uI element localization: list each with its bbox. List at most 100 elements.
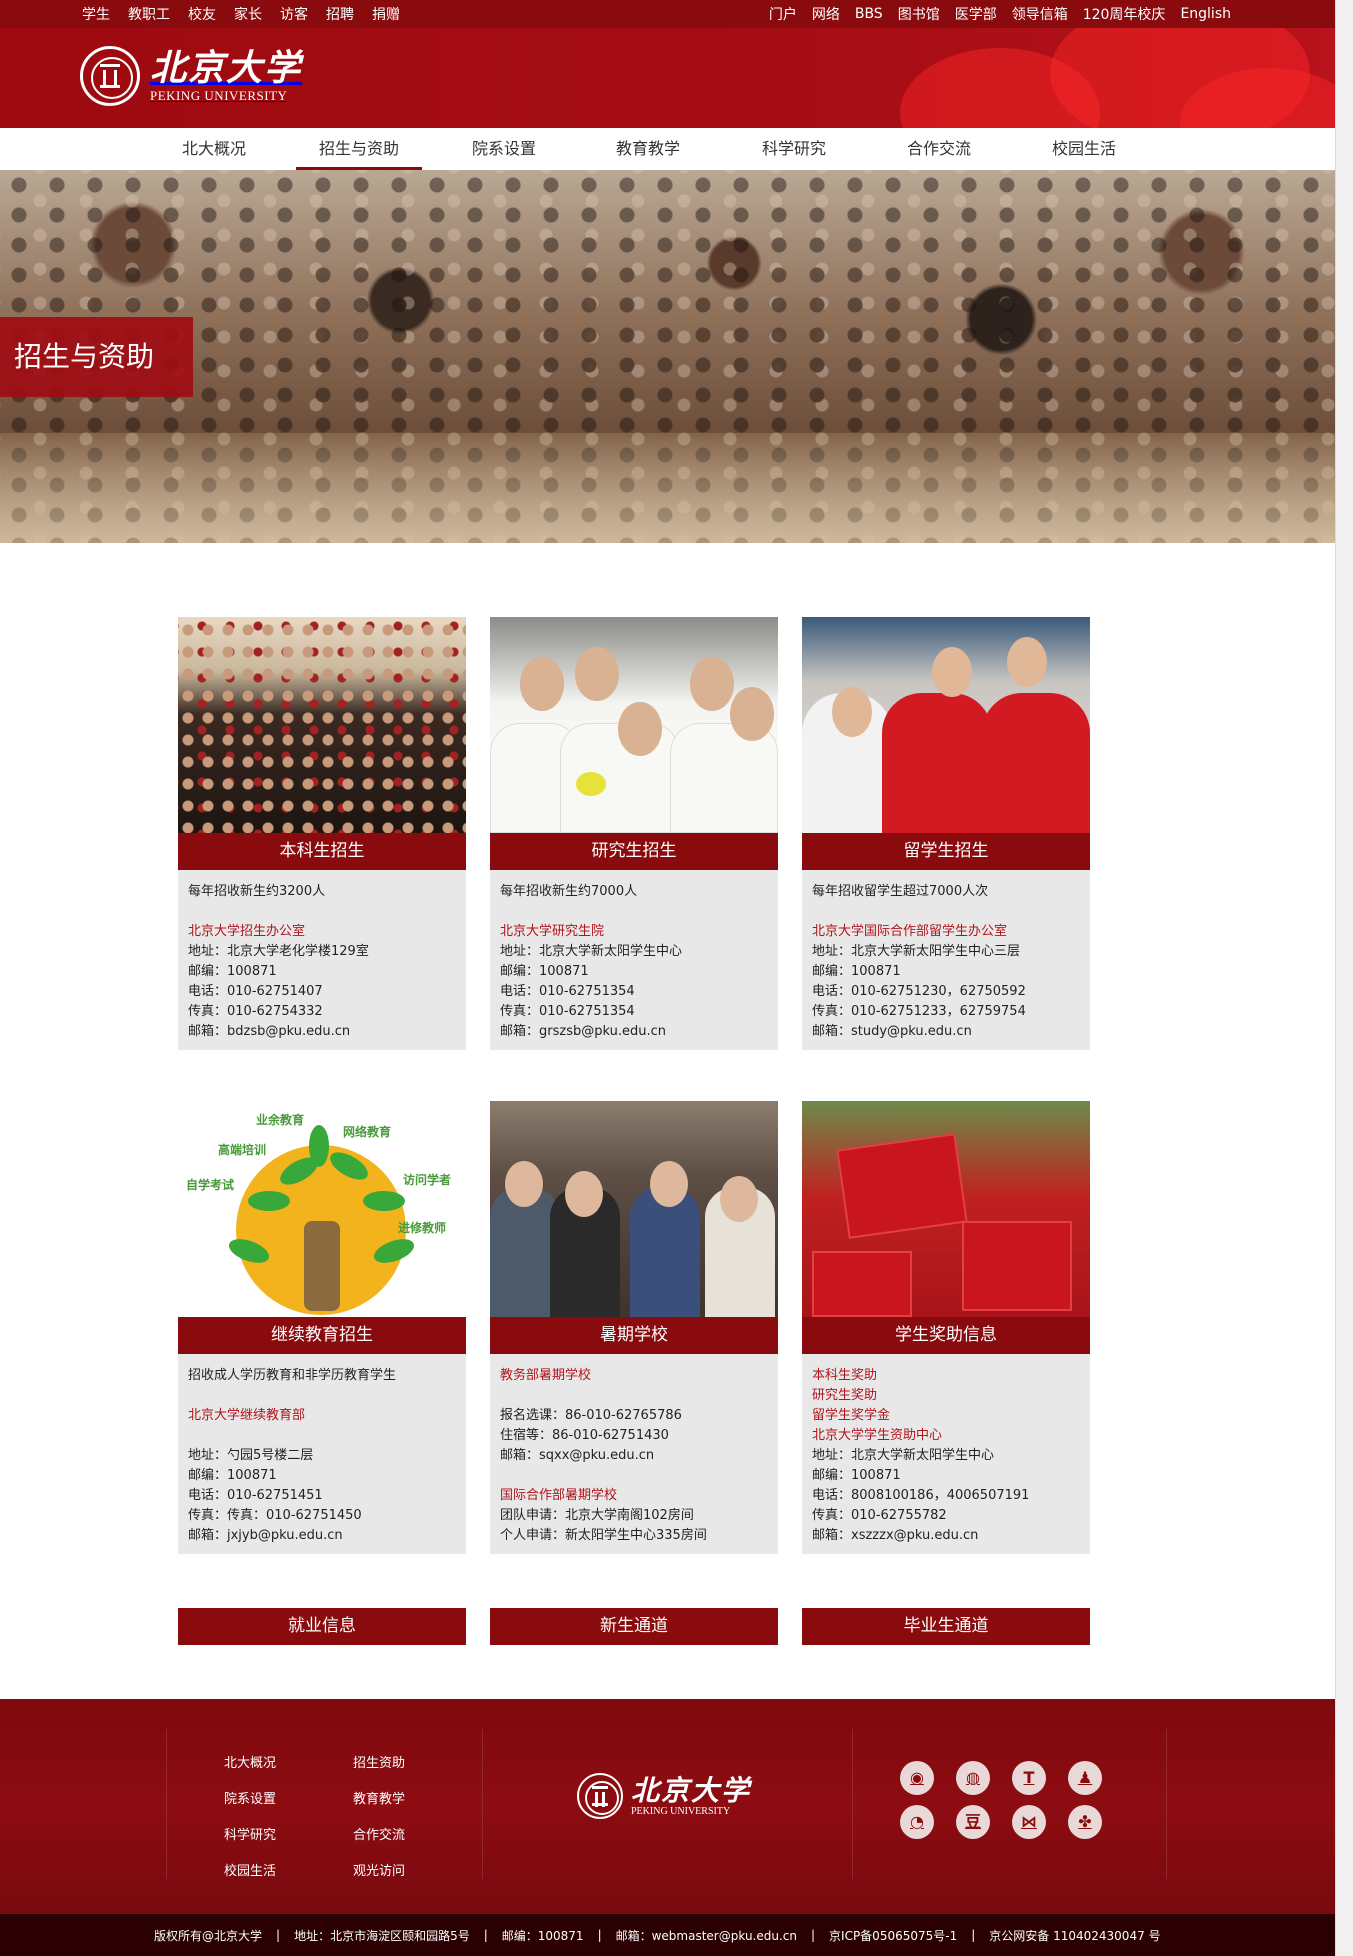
aid-center-link[interactable]: 北京大学学生资助中心 [812,1426,1080,1446]
contact-fax: 传真：010-62754332 [188,1004,323,1019]
contact-phone: 电话：010-62751230，62750592 [812,984,1026,999]
contact-email: 邮箱：grszsb@pku.edu.cn [500,1024,666,1039]
contact-postcode: 邮编：100871 [812,964,901,979]
nav-campus-life[interactable]: 校园生活 [1038,128,1130,170]
graduate-channel-button[interactable]: 毕业生通道 [802,1608,1090,1645]
nav-departments[interactable]: 院系设置 [458,128,550,170]
contact-email: 邮箱：jxjyb@pku.edu.cn [188,1528,343,1543]
intl-scholarship-link[interactable]: 留学生奖学金 [812,1406,1080,1426]
nav-about[interactable]: 北大概况 [168,128,260,170]
vertical-scrollbar[interactable] [1335,0,1353,1956]
qq-icon[interactable]: ♟ [1068,1761,1102,1795]
audience-links: 学生 教职工 校友 家长 访客 招聘 捐赠 [82,0,400,28]
student-aid-photo [802,1101,1090,1317]
nav-admissions[interactable]: 招生与资助 [296,128,422,170]
link-bbs[interactable]: BBS [855,6,883,22]
graduation-photo [178,617,466,833]
summer-school-academic-link[interactable]: 教务部暑期学校 [500,1366,768,1386]
tree-label: 业余教育 [256,1113,305,1127]
douban-icon[interactable]: 豆 [956,1805,990,1839]
tree-label: 访问学者 [403,1173,452,1187]
card-title-student-aid[interactable]: 学生奖助信息 [802,1317,1090,1354]
university-emblem-icon [577,1773,623,1819]
summer-school-international-link[interactable]: 国际合作部暑期学校 [500,1486,768,1506]
card-summary: 每年招收留学生超过7000人次 [812,884,989,899]
contact-registration: 报名选课：86-010-62765786 [500,1408,682,1423]
footer-link-campus-life[interactable]: 校园生活 [224,1860,276,1879]
contact-email: 邮箱：sqxx@pku.edu.cn [500,1448,655,1463]
tencent-weibo-icon[interactable]: T [1012,1761,1046,1795]
footer-link-cooperation[interactable]: 合作交流 [353,1824,405,1843]
tree-label: 高端培训 [218,1143,267,1157]
link-portal[interactable]: 门户 [769,4,797,24]
link-mailbox[interactable]: 领导信箱 [1012,4,1068,24]
office-link[interactable]: 北京大学招生办公室 [188,922,456,942]
renren-icon[interactable]: ◔ [900,1805,934,1839]
webmaster-email: 邮箱：webmaster@pku.edu.cn [615,1928,797,1943]
nav-cooperation[interactable]: 合作交流 [893,128,985,170]
university-logo[interactable]: 北京大学 PEKING UNIVERSITY [80,46,302,106]
page: 学生 教职工 校友 家长 访客 招聘 捐赠 门户 网络 BBS 图书馆 医学部 … [0,0,1335,1956]
employment-info-button[interactable]: 就业信息 [178,1608,466,1645]
footer-link-visit[interactable]: 观光访问 [353,1860,405,1879]
link-donate[interactable]: 捐赠 [372,4,400,24]
contact-address: 地址：北京大学新太阳学生中心 [500,944,683,959]
public-security-link[interactable]: 京公网安备 110402430047 号 [989,1927,1160,1944]
clover-icon[interactable]: ✤ [1068,1805,1102,1839]
card-title-international[interactable]: 留学生招生 [802,833,1090,870]
site-footer: 北大概况 院系设置 科学研究 校园生活 招生资助 教育教学 合作交流 观光访问 … [0,1699,1335,1914]
contact-address: 地址：北京大学新太阳学生中心 [812,1448,995,1463]
footer-link-research[interactable]: 科学研究 [224,1824,276,1843]
link-jobs[interactable]: 招聘 [326,4,354,24]
wechat-icon[interactable]: ◍ [956,1761,990,1795]
link-alumni[interactable]: 校友 [188,4,216,24]
footer-logo[interactable]: 北京大学 PEKING UNIVERSITY [577,1773,751,1819]
card-title-undergraduate[interactable]: 本科生招生 [178,833,466,870]
link-faculty[interactable]: 教职工 [128,4,170,24]
footer-link-about[interactable]: 北大概况 [224,1752,276,1771]
grad-aid-link[interactable]: 研究生奖助 [812,1386,1080,1406]
icp-license-link[interactable]: 京ICP备05065075号-1 [829,1927,957,1944]
link-english[interactable]: English [1180,6,1231,22]
undergrad-aid-link[interactable]: 本科生奖助 [812,1366,1080,1386]
contact-address: 地址：勺园5号楼二层 [188,1448,314,1463]
card-title-summer-school[interactable]: 暑期学校 [490,1317,778,1354]
contact-email: 邮箱：bdzsb@pku.edu.cn [188,1024,351,1039]
footer-logo-english-name: PEKING UNIVERSITY [631,1805,731,1817]
link-medical[interactable]: 医学部 [955,4,997,24]
link-library[interactable]: 图书馆 [898,4,940,24]
footer-link-departments[interactable]: 院系设置 [224,1788,276,1807]
office-link[interactable]: 北京大学国际合作部留学生办公室 [812,922,1080,942]
contact-email: 邮箱：study@pku.edu.cn [812,1024,972,1039]
footer-link-education[interactable]: 教育教学 [353,1788,405,1807]
address-text: 地址：北京市海淀区颐和园路5号 [294,1928,470,1943]
card-title-graduate[interactable]: 研究生招生 [490,833,778,870]
copyright-text: 版权所有@北京大学 [154,1928,263,1943]
footer-link-admissions[interactable]: 招生资助 [353,1752,405,1771]
link-students[interactable]: 学生 [82,4,110,24]
contact-phone: 电话：010-62751407 [188,984,323,999]
logo-chinese-name: 北京大学 [150,47,303,89]
office-link[interactable]: 北京大学研究生院 [500,922,768,942]
footer-logo-chinese-name: 北京大学 [631,1773,752,1807]
nav-education[interactable]: 教育教学 [602,128,694,170]
freshman-channel-button[interactable]: 新生通道 [490,1608,778,1645]
banner-title: 招生与资助 [0,317,193,397]
card-summary: 每年招收新生约3200人 [188,884,326,899]
contact-postcode: 邮编：100871 [500,964,589,979]
contact-phone: 电话：010-62751451 [188,1488,323,1503]
contact-fax: 传真：传真：010-62751450 [188,1508,362,1523]
office-link[interactable]: 北京大学继续教育部 [188,1406,456,1426]
link-anniversary[interactable]: 120周年校庆 [1083,4,1166,24]
card-summary: 每年招收新生约7000人 [500,884,638,899]
link-parents[interactable]: 家长 [234,4,262,24]
link-visitors[interactable]: 访客 [280,4,308,24]
weibo-icon[interactable]: ◉ [900,1761,934,1795]
link-network[interactable]: 网络 [812,4,840,24]
nav-research[interactable]: 科学研究 [748,128,840,170]
kaixin-icon[interactable]: ⋈ [1012,1805,1046,1839]
contact-postcode: 邮编：100871 [188,1468,277,1483]
contact-postcode: 邮编：100871 [188,964,277,979]
contact-fax: 传真：010-62751354 [500,1004,635,1019]
card-title-continuing-education[interactable]: 继续教育招生 [178,1317,466,1354]
